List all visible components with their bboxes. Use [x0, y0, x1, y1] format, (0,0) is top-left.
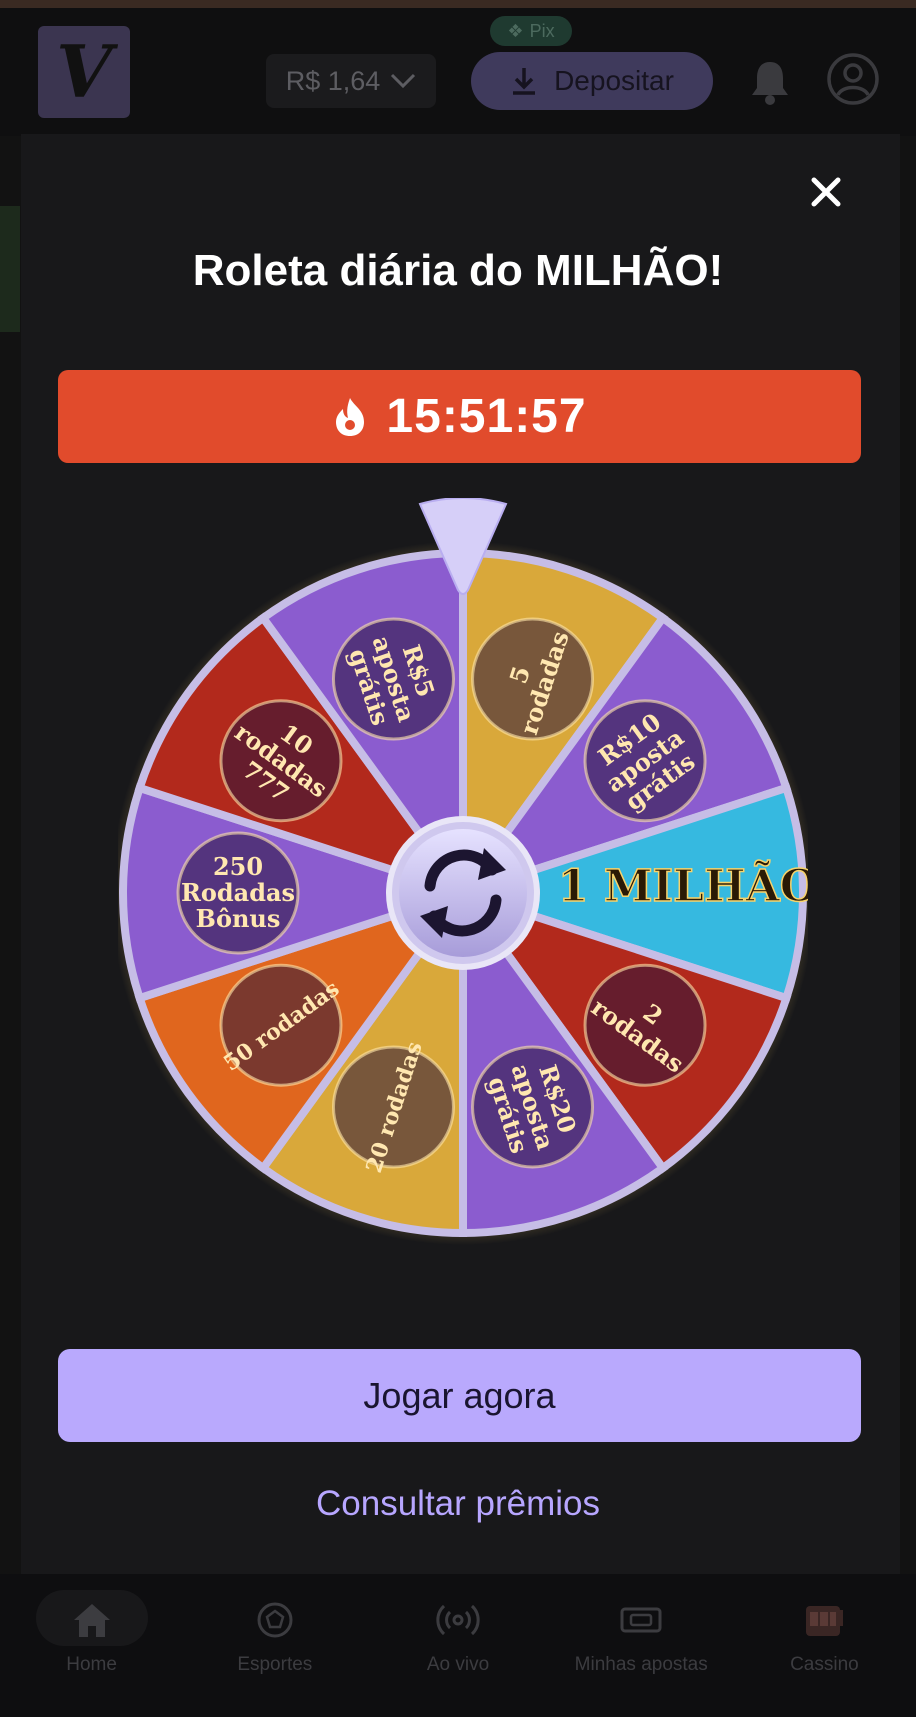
wheel-prize-text: 250: [213, 852, 263, 881]
home-icon: [73, 1604, 110, 1637]
close-icon[interactable]: [806, 172, 846, 212]
nav-item-casino[interactable]: Cassino: [733, 1574, 916, 1717]
brand-logo[interactable]: V: [38, 26, 130, 118]
top-strip: [0, 0, 916, 8]
bell-icon[interactable]: [748, 58, 792, 106]
download-icon: [513, 68, 536, 95]
user-account-icon[interactable]: [826, 52, 880, 106]
ticket-icon: [620, 1607, 662, 1633]
slot-icon: [806, 1606, 844, 1636]
modal-title: Roleta diária do MILHÃO!: [192, 246, 724, 295]
prize-wheel[interactable]: 5 rodadas R$10 aposta grátis 1 MILHÃO 2 rodadas…: [111, 497, 819, 1248]
wheel-prize-text: Rodadas: [181, 878, 295, 907]
countdown-timer: 15:51:57: [58, 370, 861, 463]
pix-badge: ❖ Pix: [490, 16, 572, 46]
wheel-prize-text: Bônus: [196, 904, 281, 933]
nav-item-live[interactable]: Ao vivo: [366, 1574, 549, 1717]
wheel-prize-text: 1 MILHÃO: [558, 859, 808, 912]
nav-item-sports[interactable]: Esportes: [183, 1574, 366, 1717]
ball-icon: [257, 1602, 293, 1638]
app-header: V R$ 1,64 Depositar: [0, 8, 916, 136]
balance-value: R$ 1,64: [285, 65, 381, 96]
nav-item-my-bets[interactable]: Minhas apostas: [550, 1574, 733, 1717]
live-icon: [436, 1604, 480, 1636]
wheel-prize-label: 1 MILHÃO: [557, 858, 819, 913]
pix-icon: ❖: [507, 20, 524, 41]
wheel-graphic: 5rodadasR$10apostagrátis1 MILHÃO2rodadas…: [111, 497, 819, 1245]
play-now-button[interactable]: Jogar agora: [58, 1349, 861, 1442]
balance-selector[interactable]: R$ 1,64: [266, 54, 436, 108]
flame-icon: [336, 397, 365, 436]
deposit-button[interactable]: Depositar: [471, 52, 713, 110]
nav-item-home[interactable]: Home: [0, 1574, 183, 1717]
chevron-down-icon: [391, 73, 416, 89]
bottom-navigation: Home Esportes Ao vivo Minhas apostas Cas…: [0, 1574, 916, 1717]
check-prizes-link[interactable]: Consultar prêmios: [0, 1484, 916, 1524]
countdown-value: 15:51:57: [386, 390, 587, 443]
